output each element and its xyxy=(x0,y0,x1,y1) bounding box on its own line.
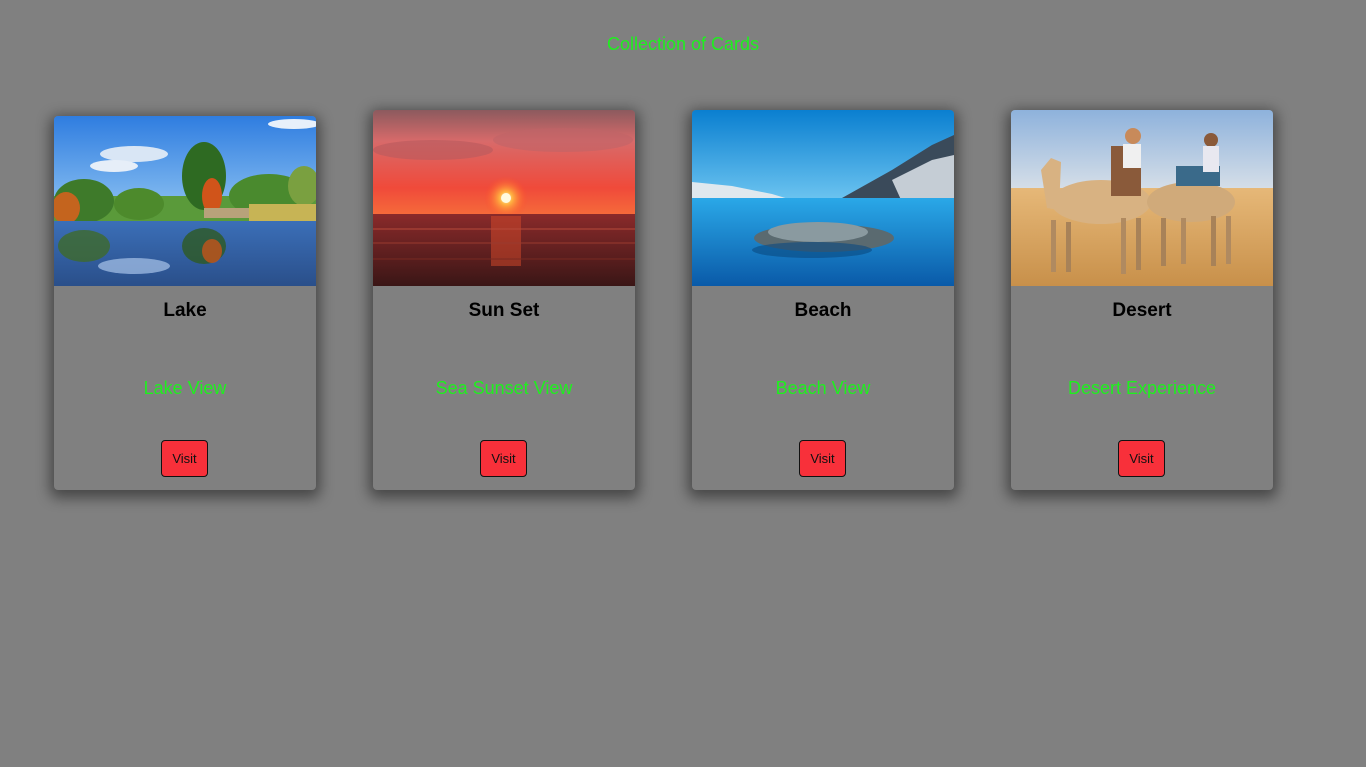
desert-image xyxy=(1011,110,1273,286)
visit-button-desert[interactable]: Visit xyxy=(1118,440,1165,477)
visit-button-lake[interactable]: Visit xyxy=(161,440,208,477)
visit-button-beach[interactable]: Visit xyxy=(799,440,846,477)
page-title: Collection of Cards xyxy=(606,34,760,54)
card-title: Desert xyxy=(1112,300,1172,321)
card-description: Sea Sunset View xyxy=(435,378,573,398)
card-lake: Lake Lake View Visit xyxy=(54,116,316,490)
beach-image xyxy=(692,110,954,286)
card-description: Desert Experience xyxy=(1067,378,1217,398)
card-title: Beach xyxy=(794,300,852,321)
card-description: Lake View xyxy=(143,378,227,398)
visit-button-sunset[interactable]: Visit xyxy=(480,440,527,477)
sunset-image xyxy=(373,110,635,286)
lake-image xyxy=(54,116,316,286)
card-sunset: Sun Set Sea Sunset View Visit xyxy=(373,110,635,490)
card-description: Beach View xyxy=(775,378,871,398)
card-beach: Beach Beach View Visit xyxy=(692,110,954,490)
card-desert: Desert Desert Experience Visit xyxy=(1011,110,1273,490)
card-title: Sun Set xyxy=(468,300,540,321)
card-title: Lake xyxy=(163,300,207,321)
